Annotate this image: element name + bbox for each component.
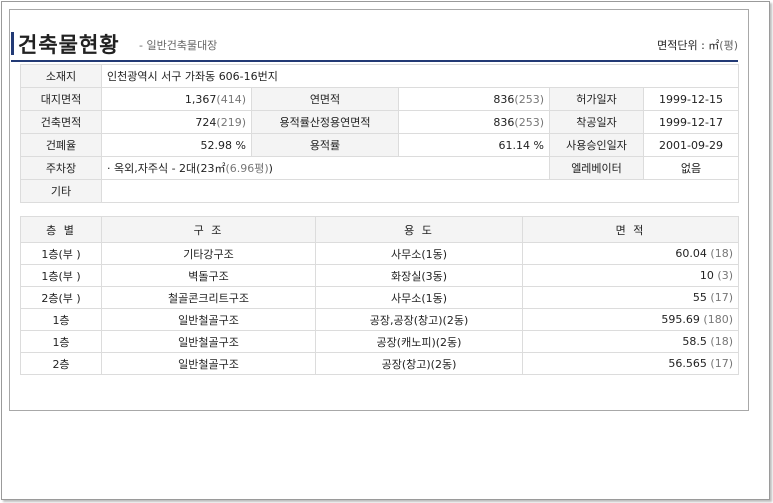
parking-pyeong: (6.96평)	[225, 162, 269, 175]
structure-cell: 벽돌구조	[101, 264, 316, 287]
area-number: 55	[692, 291, 707, 304]
start-date-label: 착공일자	[549, 110, 644, 134]
area-pyeong: (180)	[703, 313, 733, 326]
floor-cell: 1층(부 )	[20, 264, 102, 287]
area-unit-text: 면적단위 : ㎡	[657, 39, 720, 52]
info-row-parking: 주차장 · 옥외,자주식 - 2대(23㎡(6.96평)) 엘레베이터 없음	[20, 156, 740, 180]
structure-cell: 기타강구조	[101, 242, 316, 265]
usage-cell: 사무소(1동)	[315, 286, 523, 309]
far-area-label: 용적률산정용연면적	[251, 110, 399, 134]
usage-cell: 공장(캐노피)(2동)	[315, 330, 523, 353]
parking-label: 주차장	[20, 156, 102, 180]
area-cell: 10 (3)	[522, 264, 739, 287]
coverage-label: 건폐율	[20, 133, 102, 157]
usage-cell: 공장(창고)(2동)	[315, 352, 523, 375]
building-info-table: 소재지 인천광역시 서구 가좌동 606-16번지 대지면적 1,367(414…	[20, 64, 740, 203]
area-cell: 60.04 (18)	[522, 242, 739, 265]
page-title: 건축물현황	[18, 33, 120, 57]
table-row: 1층 일반철골구조 공장,공장(창고)(2동) 595.69 (180)	[20, 308, 739, 331]
info-row-land-area: 대지면적 1,367(414) 연면적 836(253) 허가일자 1999-1…	[20, 87, 740, 111]
floor-table-header: 층 별 구 조 용 도 면 적	[20, 216, 739, 243]
floor-cell: 1층(부 )	[20, 242, 102, 265]
floor-cell: 2층(부 )	[20, 286, 102, 309]
building-area-value: 724(219)	[101, 110, 252, 134]
land-area-label: 대지면적	[20, 87, 102, 111]
page-header: 건축물현황 - 일반건축물대장 면적단위 : ㎡(평)	[11, 20, 738, 62]
area-cell: 595.69 (180)	[522, 308, 739, 331]
col-header-area: 면 적	[522, 216, 739, 243]
structure-cell: 일반철골구조	[101, 308, 316, 331]
floor-table: 층 별 구 조 용 도 면 적 1층(부 ) 기타강구조 사무소(1동) 60.…	[20, 216, 739, 375]
area-cell: 55 (17)	[522, 286, 739, 309]
info-row-location: 소재지 인천광역시 서구 가좌동 606-16번지	[20, 64, 740, 88]
info-row-coverage: 건폐율 52.98 % 용적률 61.14 % 사용승인일자 2001-09-2…	[20, 133, 740, 157]
start-date-value: 1999-12-17	[642, 110, 740, 134]
area-pyeong: (3)	[717, 269, 733, 282]
permit-date-value: 1999-12-15	[642, 87, 740, 111]
far-area-value: 836(253)	[398, 110, 550, 134]
approval-date-value: 2001-09-29	[642, 133, 740, 157]
usage-cell: 공장,공장(창고)(2동)	[315, 308, 523, 331]
table-row: 2층 일반철골구조 공장(창고)(2동) 56.565 (17)	[20, 352, 739, 375]
area-number: 595.69	[661, 313, 700, 326]
area-pyeong: (18)	[710, 247, 733, 260]
approval-date-label: 사용승인일자	[549, 133, 644, 157]
floor-cell: 1층	[20, 308, 102, 331]
building-area-pyeong: (219)	[216, 115, 246, 129]
far-value: 61.14 %	[398, 133, 550, 157]
parking-value: · 옥외,자주식 - 2대(23㎡(6.96평))	[101, 156, 550, 180]
far-label: 용적률	[251, 133, 399, 157]
total-floor-area-label: 연면적	[251, 87, 399, 111]
parking-text: · 옥외,자주식 - 2대(23㎡	[107, 162, 226, 175]
location-value: 인천광역시 서구 가좌동 606-16번지	[100, 64, 740, 88]
other-label: 기타	[20, 179, 102, 203]
building-area-label: 건축면적	[20, 110, 102, 134]
table-row: 1층 일반철골구조 공장(캐노피)(2동) 58.5 (18)	[20, 330, 739, 353]
far-area-pyeong: (253)	[514, 115, 544, 129]
elevator-label: 엘레베이터	[549, 156, 644, 180]
total-floor-area-value: 836(253)	[398, 87, 550, 111]
total-floor-area-pyeong: (253)	[514, 92, 544, 106]
area-unit-label: 면적단위 : ㎡(평)	[657, 37, 738, 53]
other-value	[100, 179, 740, 203]
parking-close: )	[268, 162, 273, 175]
col-header-structure: 구 조	[101, 216, 316, 243]
far-area-number: 836	[493, 115, 515, 129]
location-label: 소재지	[20, 64, 102, 88]
structure-cell: 일반철골구조	[101, 352, 316, 375]
usage-cell: 사무소(1동)	[315, 242, 523, 265]
area-number: 60.04	[675, 247, 707, 260]
floor-cell: 1층	[20, 330, 102, 353]
area-pyeong: (17)	[710, 357, 733, 370]
coverage-value: 52.98 %	[101, 133, 252, 157]
area-pyeong: (18)	[710, 335, 733, 348]
title-accent-bar	[11, 32, 14, 55]
area-cell: 58.5 (18)	[522, 330, 739, 353]
permit-date-label: 허가일자	[549, 87, 644, 111]
total-floor-area-number: 836	[493, 92, 515, 106]
table-row: 2층(부 ) 철골콘크리트구조 사무소(1동) 55 (17)	[20, 286, 739, 309]
area-pyeong: (17)	[710, 291, 733, 304]
col-header-usage: 용 도	[315, 216, 523, 243]
area-number: 10	[699, 269, 714, 282]
area-number: 58.5	[682, 335, 707, 348]
floor-cell: 2층	[20, 352, 102, 375]
usage-cell: 화장실(3동)	[315, 264, 523, 287]
land-area-number: 1,367	[184, 92, 217, 106]
area-cell: 56.565 (17)	[522, 352, 739, 375]
info-row-other: 기타	[20, 179, 740, 203]
page-subtitle: - 일반건축물대장	[139, 39, 218, 52]
structure-cell: 일반철골구조	[101, 330, 316, 353]
area-number: 56.565	[668, 357, 707, 370]
building-area-number: 724	[195, 115, 217, 129]
info-row-building-area: 건축면적 724(219) 용적률산정용연면적 836(253) 착공일자 19…	[20, 110, 740, 134]
elevator-value: 없음	[642, 156, 740, 180]
structure-cell: 철골콘크리트구조	[101, 286, 316, 309]
land-area-value: 1,367(414)	[101, 87, 252, 111]
table-row: 1층(부 ) 기타강구조 사무소(1동) 60.04 (18)	[20, 242, 739, 265]
area-unit-paren: (평)	[719, 39, 738, 52]
table-row: 1층(부 ) 벽돌구조 화장실(3동) 10 (3)	[20, 264, 739, 287]
land-area-pyeong: (414)	[216, 92, 246, 106]
col-header-floor: 층 별	[20, 216, 102, 243]
